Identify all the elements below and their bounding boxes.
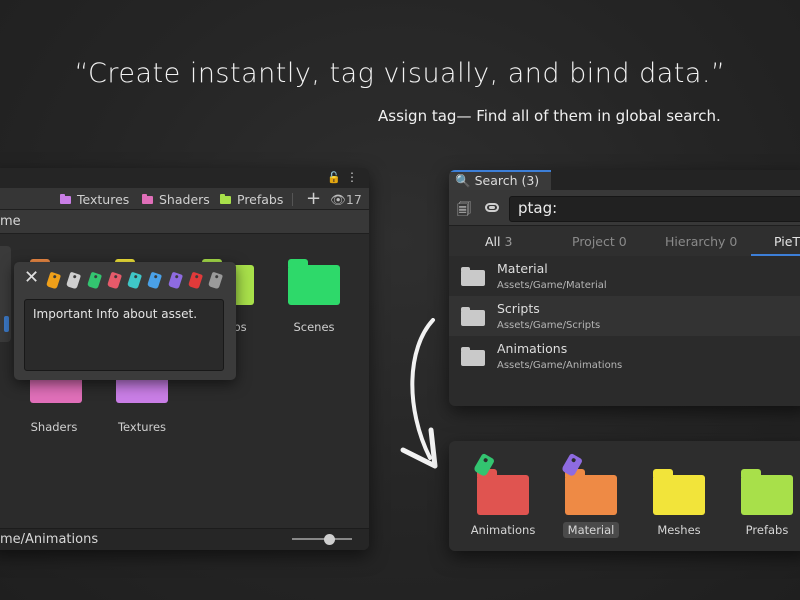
folder-label: Meshes — [657, 523, 701, 537]
result-name: Animations — [497, 341, 568, 356]
curved-arrow-icon — [400, 318, 438, 469]
folder-icon — [461, 347, 485, 366]
folder-label: Prefabs — [745, 523, 789, 537]
search-input[interactable]: ptag: — [509, 196, 800, 222]
tag-orange-icon[interactable] — [45, 271, 62, 290]
folder-label-selected: Material — [551, 522, 631, 538]
folder-icon — [461, 307, 485, 326]
search-icon: 🔍 — [455, 173, 471, 188]
tag-pink-icon[interactable] — [106, 271, 122, 290]
tag-blue-icon[interactable] — [147, 271, 163, 290]
folder-icon — [142, 193, 153, 204]
folder-icon — [60, 193, 71, 204]
favorite-label: Prefabs — [237, 192, 284, 207]
folder-label: Textures — [117, 420, 167, 434]
tag-popup: ✕ Important Info about asset. — [14, 262, 236, 380]
favorite-textures[interactable]: Textures — [60, 192, 129, 207]
filter-tab-project[interactable]: Project 0 — [572, 234, 627, 249]
zoom-slider-handle[interactable] — [324, 534, 335, 545]
toggle-icon[interactable] — [485, 203, 499, 212]
filter-label: Hierarchy — [665, 234, 726, 249]
material-folder-icon[interactable] — [565, 469, 617, 515]
folder-icon — [220, 193, 231, 204]
visibility-count[interactable]: 👁17 — [330, 192, 362, 208]
search-query: ptag: — [518, 199, 558, 217]
filter-count: 3 — [504, 234, 513, 249]
search-inspect-icon[interactable]: 🗐 — [457, 199, 473, 218]
filter-count: 0 — [729, 234, 738, 249]
search-window: 🔍 Search (3) 🗐 ptag: All 3 Project 0 Hie… — [449, 170, 800, 406]
filter-tab-pietag[interactable]: PieT — [774, 234, 800, 249]
search-tab-label: Search (3) — [474, 173, 540, 188]
folder-icon — [461, 267, 485, 286]
scenes-folder-icon[interactable] — [288, 259, 340, 305]
favorite-prefabs[interactable]: Prefabs — [220, 192, 283, 207]
query-row: 🗐 ptag: — [449, 190, 800, 226]
tag-green-icon[interactable] — [86, 271, 102, 290]
subheadline: Assign tag— Find all of them in global s… — [378, 107, 721, 125]
tag-white-icon[interactable] — [66, 271, 82, 290]
filter-label: Project — [572, 234, 615, 249]
result-name: Scripts — [497, 301, 540, 316]
headline: “Create instantly, tag visually, and bin… — [74, 58, 726, 89]
tag-red-icon[interactable] — [188, 271, 204, 290]
folder-panel: Animations Material Meshes Prefabs — [449, 441, 800, 551]
favorite-shaders[interactable]: Shaders — [142, 192, 210, 207]
filter-label: PieT — [774, 234, 800, 249]
search-result-row[interactable]: Material Assets/Game/Material — [449, 256, 800, 296]
search-result-row[interactable]: Scripts Assets/Game/Scripts — [449, 296, 800, 336]
status-path: me/Animations — [0, 532, 99, 547]
zoom-slider-track[interactable] — [292, 538, 352, 540]
eye-count: 17 — [345, 192, 362, 207]
breadcrumb: me — [0, 210, 369, 234]
tag-teal-icon[interactable] — [127, 271, 143, 290]
folder-label: Animations — [470, 523, 536, 537]
lock-icon[interactable]: 🔓 — [327, 171, 341, 184]
filter-count: 0 — [618, 234, 627, 249]
favorite-label: Shaders — [159, 192, 210, 207]
folder-label: Scenes — [293, 320, 335, 334]
kebab-menu-icon[interactable]: ⋮ — [346, 170, 358, 184]
tag-purple-icon[interactable] — [167, 271, 183, 290]
breadcrumb-label: me — [0, 214, 21, 229]
result-path: Assets/Game/Scripts — [497, 320, 601, 331]
favorite-label: Textures — [77, 192, 130, 207]
result-path: Assets/Game/Animations — [497, 360, 623, 371]
search-tab[interactable]: 🔍 Search (3) — [449, 170, 551, 190]
search-tab-header: 🔍 Search (3) — [449, 170, 800, 190]
filter-tab-hierarchy[interactable]: Hierarchy 0 — [665, 234, 737, 249]
result-name: Material — [497, 261, 548, 276]
favorites-bar: Textures Shaders Prefabs + 👁17 — [0, 188, 369, 210]
asset-note-field[interactable]: Important Info about asset. — [24, 299, 224, 371]
meshes-folder-icon[interactable] — [653, 469, 705, 515]
close-icon[interactable]: ✕ — [24, 269, 39, 287]
divider — [292, 193, 293, 206]
result-path: Assets/Game/Material — [497, 280, 607, 291]
search-result-row[interactable]: Animations Assets/Game/Animations — [449, 336, 800, 376]
add-icon[interactable]: + — [306, 188, 321, 209]
prefabs-folder-icon[interactable] — [741, 469, 793, 515]
filter-label: All — [485, 234, 501, 249]
project-tab-bar: 🔓 ⋮ — [0, 168, 369, 188]
tag-gray-icon[interactable] — [208, 271, 224, 290]
tag-color-row — [45, 271, 231, 290]
folder-label: Shaders — [30, 420, 78, 434]
filter-tabs: All 3 Project 0 Hierarchy 0 PieT — [449, 226, 800, 256]
animations-folder-icon[interactable] — [477, 469, 529, 515]
filter-tab-all[interactable]: All 3 — [485, 234, 512, 249]
note-text: Important Info about asset. — [33, 307, 198, 321]
